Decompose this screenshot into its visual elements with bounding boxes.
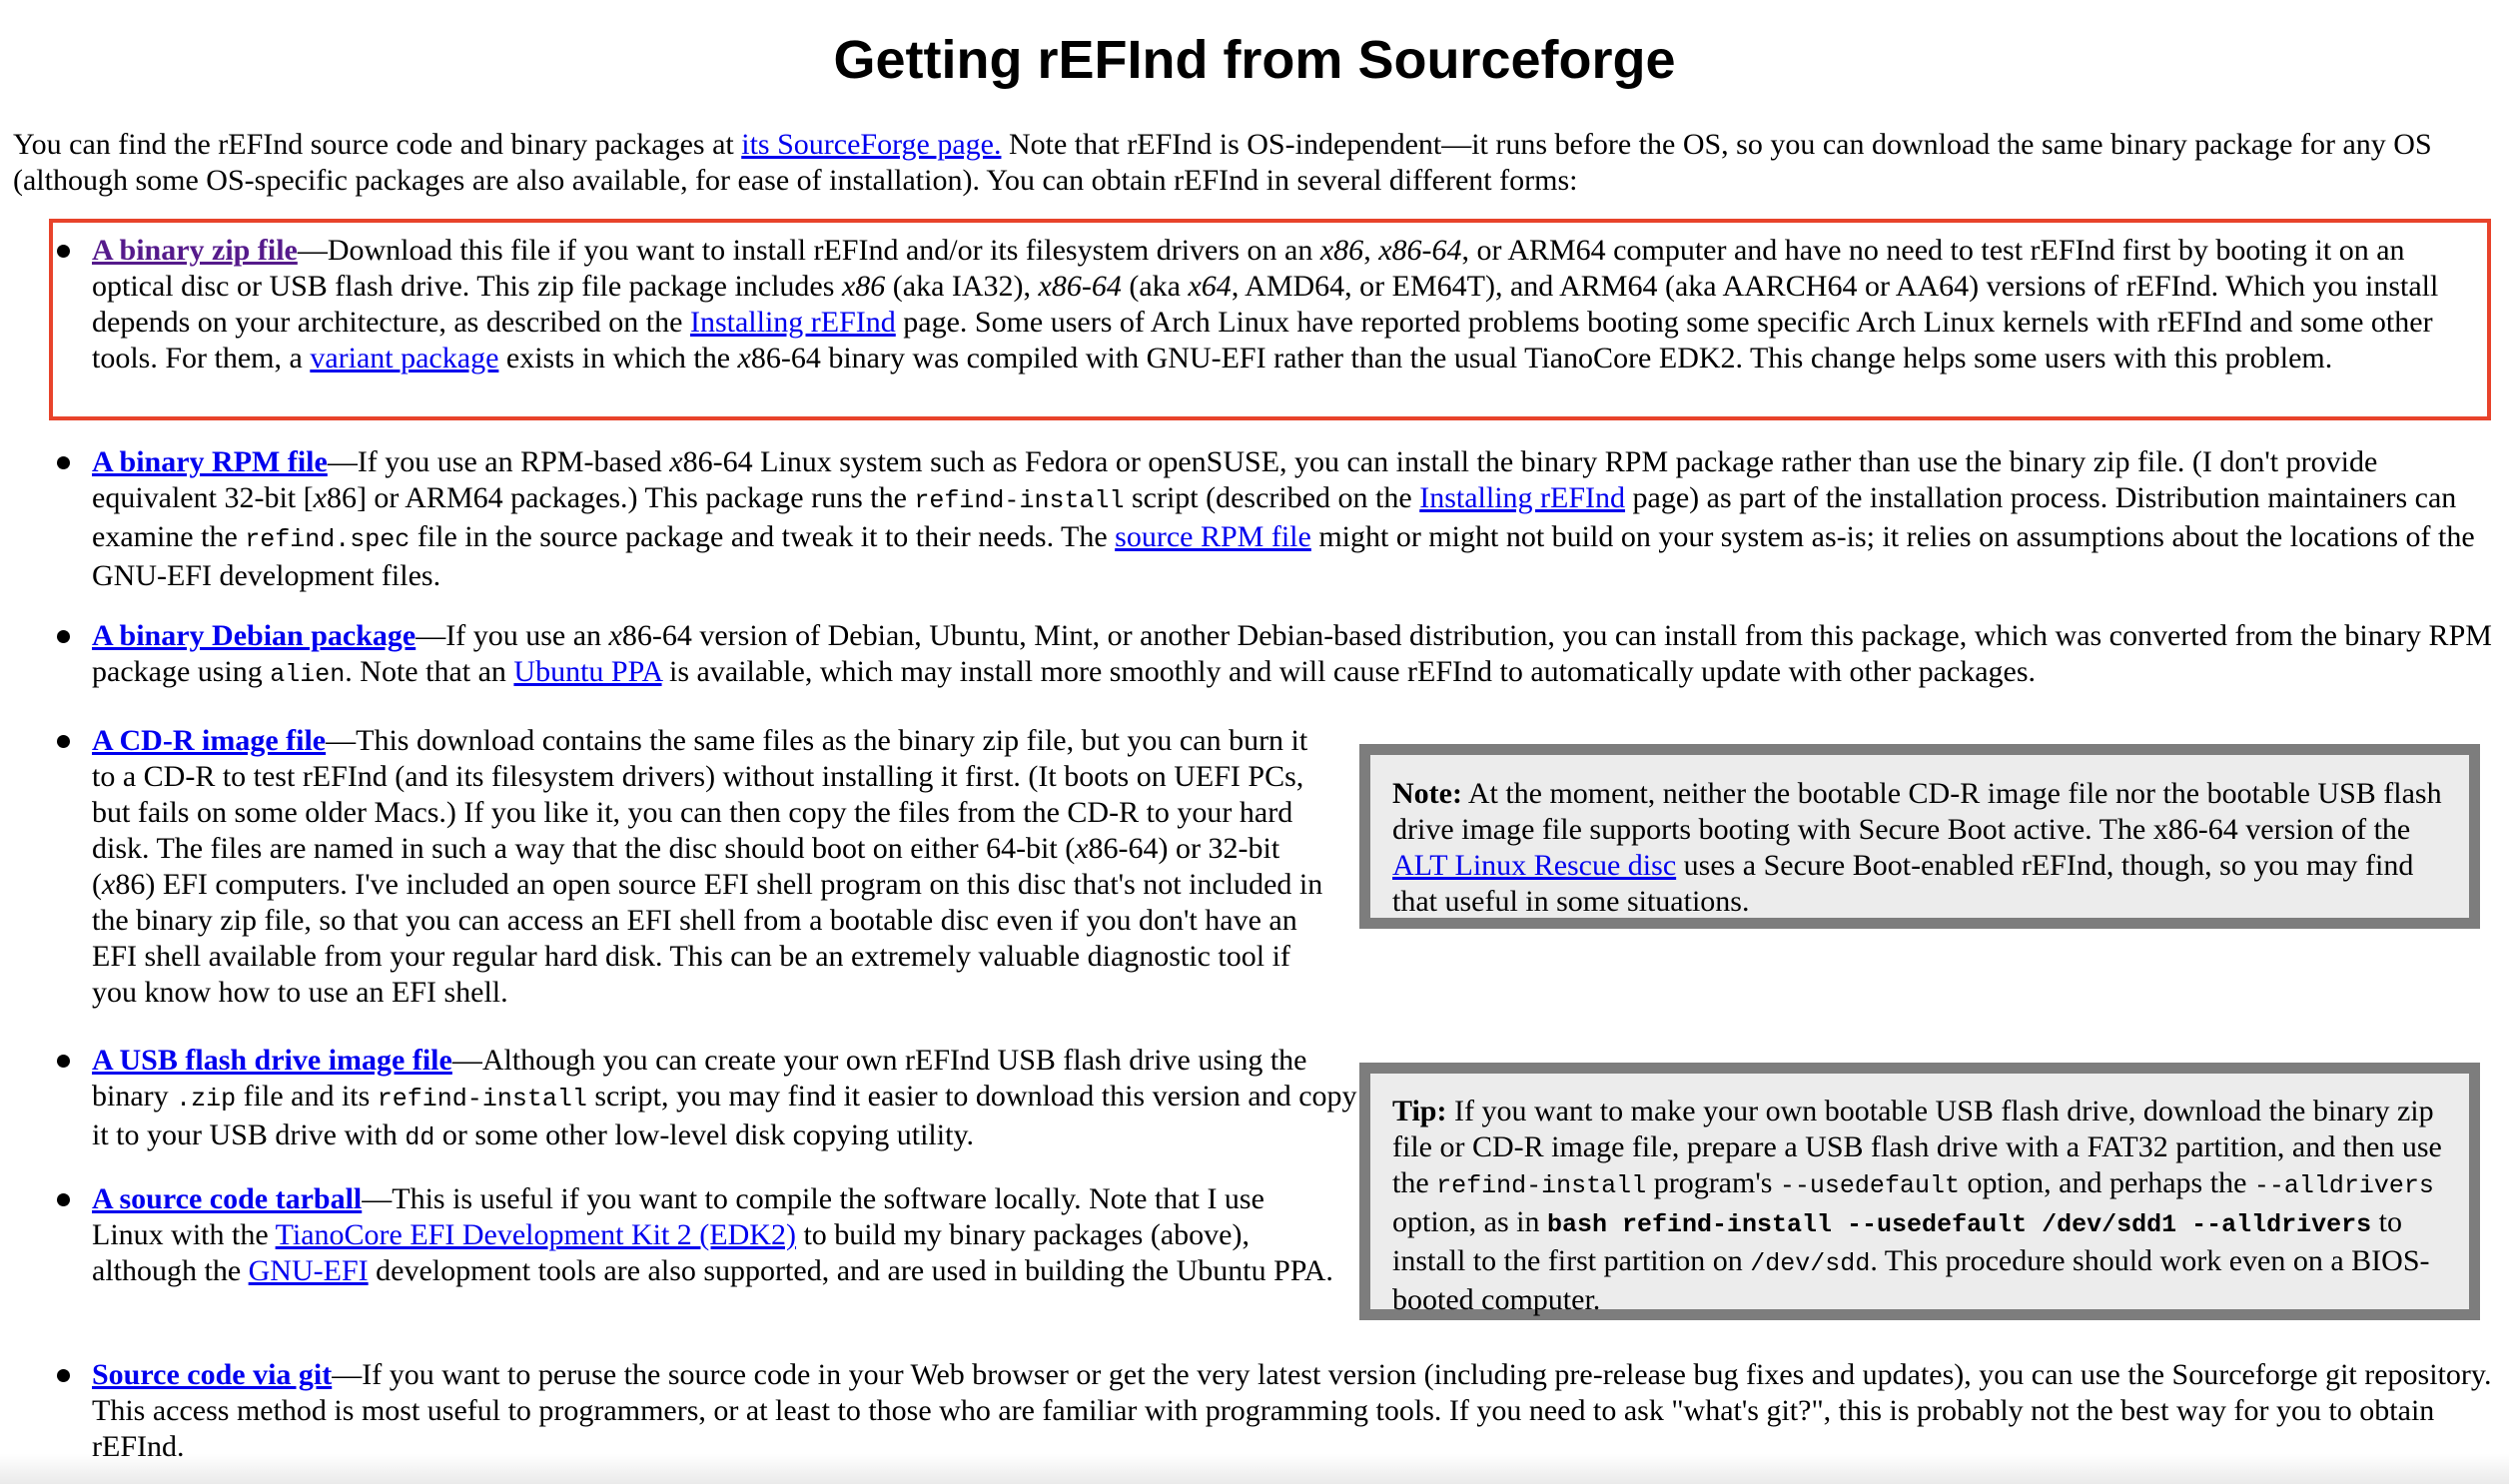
usb-image-link[interactable]: A USB flash drive image file: [92, 1044, 452, 1077]
list-item-binary-debian: A binary Debian package—If you use an x8…: [92, 618, 2497, 693]
item-text: (aka: [1121, 270, 1189, 303]
bullet: [57, 456, 70, 469]
installing-refind-link[interactable]: Installing rEFInd: [690, 306, 896, 339]
item-text: x: [669, 445, 683, 478]
item-text: file in the source package and tweak it …: [410, 520, 1116, 553]
code-text: refind-install: [914, 486, 1125, 515]
bottom-fade: [0, 1454, 2509, 1484]
item-text: —If you use an RPM-based: [327, 445, 670, 478]
tip-text: Tip: If you want to make your own bootab…: [1392, 1094, 2447, 1318]
item-text: ,: [1363, 234, 1379, 267]
list-item-usb-image: A USB flash drive image file—Although yo…: [92, 1043, 1358, 1156]
item-text: x64: [1188, 270, 1232, 303]
item-text: —Download this file if you want to insta…: [297, 234, 1320, 267]
code-text: --alldrivers: [2253, 1171, 2434, 1200]
intro-text: You can find the rEFInd source code and …: [13, 128, 742, 161]
item-text: x86: [841, 270, 886, 303]
item-text: 86-64 binary was compiled with GNU-EFI r…: [750, 342, 2333, 374]
binary-zip-link[interactable]: A binary zip file: [92, 234, 298, 267]
item-text: x: [737, 342, 751, 374]
code-text: /dev/sdd: [1750, 1249, 1871, 1278]
variant-package-link[interactable]: variant package: [310, 342, 498, 374]
tip-body: program's: [1646, 1166, 1780, 1199]
item-text: 86] or ARM64 packages.) This package run…: [326, 481, 915, 514]
item-text: exists in which the: [498, 342, 738, 374]
tip-label: Tip:: [1392, 1095, 1447, 1127]
page-title: Getting rEFInd from Sourceforge: [833, 30, 1676, 90]
item-text: 86) EFI computers. I've included an open…: [92, 868, 1323, 1009]
code-text: refind-install: [377, 1085, 587, 1113]
item-text: x: [102, 868, 116, 901]
source-tarball-link[interactable]: A source code tarball: [92, 1182, 362, 1215]
binary-debian-link[interactable]: A binary Debian package: [92, 619, 416, 652]
item-text: x: [608, 619, 622, 652]
bullet: [57, 1369, 70, 1382]
code-text: .zip: [176, 1085, 237, 1113]
list-item-binary-rpm: A binary RPM file—If you use an RPM-base…: [92, 444, 2497, 594]
list-item-cdr-image: A CD-R image file—This download contains…: [92, 723, 1330, 1011]
note-box: Note: At the moment, neither the bootabl…: [1359, 744, 2480, 929]
item-text: script (described on the: [1124, 481, 1420, 514]
installing-refind-link[interactable]: Installing rEFInd: [1419, 481, 1625, 514]
cdr-image-link[interactable]: A CD-R image file: [92, 724, 326, 757]
code-text: dd: [405, 1123, 435, 1152]
tip-body: option, and perhaps the: [1959, 1166, 2254, 1199]
list-item-source-git: Source code via git—If you want to perus…: [92, 1357, 2497, 1465]
item-text: —If you use an: [416, 619, 609, 652]
item-text: (aka IA32),: [885, 270, 1039, 303]
source-git-link[interactable]: Source code via git: [92, 1358, 332, 1391]
gnu-efi-link[interactable]: GNU-EFI: [249, 1254, 369, 1287]
bullet: [57, 1055, 70, 1068]
note-text: Note: At the moment, neither the bootabl…: [1392, 776, 2447, 920]
item-text: or some other low-level disk copying uti…: [434, 1118, 974, 1151]
item-text: . Note that an: [345, 655, 514, 688]
code-text: bash refind-install --usedefault /dev/sd…: [1547, 1210, 2372, 1239]
sourceforge-link[interactable]: its SourceForge page.: [741, 128, 1001, 161]
tip-box: Tip: If you want to make your own bootab…: [1359, 1063, 2480, 1320]
item-text: x86: [1319, 234, 1364, 267]
binary-rpm-link[interactable]: A binary RPM file: [92, 445, 328, 478]
note-label: Note:: [1392, 777, 1462, 810]
item-text: x86-64: [1038, 270, 1122, 303]
alt-linux-rescue-link[interactable]: ALT Linux Rescue disc: [1392, 849, 1676, 882]
code-text: --usedefault: [1779, 1171, 1960, 1200]
bullet: [57, 1193, 70, 1206]
intro-paragraph: You can find the rEFInd source code and …: [13, 127, 2500, 199]
item-text: x86-64: [1378, 234, 1462, 267]
ubuntu-ppa-link[interactable]: Ubuntu PPA: [513, 655, 661, 688]
bullet: [57, 735, 70, 748]
source-rpm-link[interactable]: source RPM file: [1115, 520, 1311, 553]
code-text: refind.spec: [245, 525, 411, 554]
bullet: [57, 630, 70, 643]
item-text: is available, which may install more smo…: [661, 655, 2037, 688]
page: Getting rEFInd from Sourceforge You can …: [0, 0, 2509, 1484]
item-text: x: [1075, 832, 1089, 865]
edk2-link[interactable]: TianoCore EFI Development Kit 2 (EDK2): [276, 1218, 796, 1251]
list-item-binary-zip: A binary zip file—Download this file if …: [92, 233, 2485, 376]
item-text: file and its: [236, 1080, 378, 1113]
note-body: At the moment, neither the bootable CD-R…: [1392, 777, 2442, 846]
item-text: x: [313, 481, 327, 514]
code-text: refind-install: [1436, 1171, 1647, 1200]
tip-body: option, as in: [1392, 1205, 1547, 1238]
code-text: alien: [270, 660, 346, 689]
item-text: development tools are also supported, an…: [368, 1254, 1333, 1287]
item-text: —If you want to peruse the source code i…: [92, 1358, 2492, 1463]
bullet: [57, 245, 70, 258]
list-item-source-tarball: A source code tarball—This is useful if …: [92, 1181, 1340, 1289]
